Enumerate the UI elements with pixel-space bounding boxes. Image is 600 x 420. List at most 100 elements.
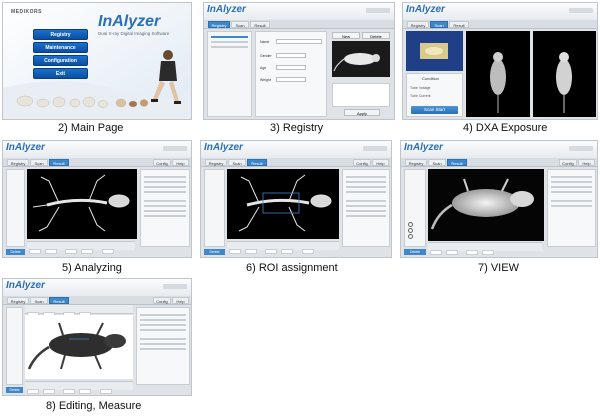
tool-button[interactable]: [63, 389, 76, 394]
tab-config[interactable]: Config: [353, 159, 371, 166]
tab-result[interactable]: Result: [247, 159, 267, 166]
tool-button[interactable]: [99, 389, 112, 394]
panel-roi-assignment: InAlyzer Registry Scan Result Config Hel…: [200, 140, 392, 258]
gender-field[interactable]: [276, 53, 306, 58]
scan-start-button[interactable]: Scan Start: [411, 106, 458, 114]
tool-button[interactable]: [245, 249, 257, 254]
skeleton-image: [27, 169, 137, 239]
view-option-radio[interactable]: [408, 228, 413, 233]
result-list[interactable]: [6, 307, 23, 385]
preview-image: [332, 41, 390, 77]
tube-voltage-label: Tube Voltage: [410, 86, 431, 90]
tab-registry[interactable]: Registry: [208, 21, 230, 28]
delete-button[interactable]: Delete: [404, 249, 426, 255]
delete-button[interactable]: Delete: [362, 32, 390, 39]
panel-dxa-exposure: InAlyzer Registry Scan Result Condition …: [402, 2, 598, 120]
tab-registry[interactable]: Registry: [405, 159, 427, 166]
tab-scan[interactable]: Scan: [231, 21, 249, 28]
tool-button[interactable]: [301, 249, 314, 254]
registry-button[interactable]: Registry: [33, 29, 88, 40]
maintenance-button[interactable]: Maintenance: [33, 42, 88, 53]
exit-button[interactable]: Exit: [33, 68, 88, 79]
tab-result[interactable]: Result: [447, 159, 467, 166]
tool-button[interactable]: [466, 250, 479, 255]
memo-box[interactable]: [332, 83, 390, 107]
tab-result[interactable]: Result: [49, 159, 69, 166]
tab-help[interactable]: Help: [172, 297, 189, 304]
tab-config[interactable]: Config: [153, 297, 171, 304]
result-list[interactable]: [204, 169, 225, 247]
delete-button[interactable]: Delete: [6, 387, 23, 393]
soft-tissue-image: [25, 315, 133, 379]
tool-button[interactable]: [265, 249, 278, 254]
tab-scan[interactable]: Scan: [30, 159, 48, 166]
field-label: Gender: [260, 54, 272, 58]
apply-button[interactable]: Apply: [344, 109, 380, 116]
vendor-logo: [363, 146, 387, 151]
name-field[interactable]: [276, 39, 322, 44]
patient-list[interactable]: [207, 31, 252, 117]
tab-config[interactable]: Config: [153, 159, 171, 166]
tool-button[interactable]: [43, 389, 55, 394]
result-list[interactable]: [404, 169, 426, 247]
tab-scan[interactable]: Scan: [430, 21, 448, 28]
vendor-logo: [569, 8, 593, 13]
image-toolbar: [27, 241, 135, 254]
tab-scan[interactable]: Scan: [428, 159, 446, 166]
configuration-button[interactable]: Configuration: [33, 55, 88, 66]
result-table: [140, 169, 190, 247]
tool-button[interactable]: [482, 250, 495, 255]
caption-editing-measure: 8) Editing, Measure: [46, 400, 142, 412]
tool-button[interactable]: [65, 249, 78, 254]
panel-editing-measure: InAlyzer Registry Scan Result Config Hel…: [2, 278, 192, 396]
tab-result[interactable]: Result: [449, 21, 469, 28]
vendor-logo: [163, 284, 187, 289]
tab-help[interactable]: Help: [578, 159, 595, 166]
new-button[interactable]: New: [332, 32, 360, 39]
caption-roi-assignment: 6) ROI assignment: [246, 262, 338, 274]
tab-help[interactable]: Help: [172, 159, 189, 166]
tool-button[interactable]: [29, 249, 41, 254]
tab-result[interactable]: Result: [49, 297, 69, 304]
tab-result[interactable]: Result: [250, 21, 270, 28]
brand-logo: InAlyzer: [404, 142, 443, 153]
tool-button[interactable]: [281, 249, 294, 254]
view-option-radio[interactable]: [408, 234, 413, 239]
caption-main-page: 2) Main Page: [58, 122, 124, 134]
tool-button[interactable]: [101, 249, 114, 254]
tab-scan[interactable]: Scan: [228, 159, 246, 166]
weight-field[interactable]: [276, 77, 306, 82]
tab-registry[interactable]: Registry: [407, 21, 429, 28]
image-toolbar: [227, 241, 339, 254]
age-field[interactable]: [276, 65, 306, 70]
panel-view: InAlyzer Registry Scan Result Config Hel…: [400, 140, 598, 258]
tab-config[interactable]: Config: [559, 159, 577, 166]
tab-registry[interactable]: Registry: [205, 159, 227, 166]
view-option-radio[interactable]: [408, 222, 413, 227]
tool-button[interactable]: [229, 249, 241, 254]
caption-analyzing: 5) Analyzing: [62, 262, 122, 274]
top-bar: InAlyzer: [3, 279, 191, 297]
tab-help[interactable]: Help: [372, 159, 389, 166]
caption-view: 7) VIEW: [478, 262, 519, 274]
result-table: [136, 307, 190, 385]
tool-button[interactable]: [27, 389, 39, 394]
tab-scan[interactable]: Scan: [30, 297, 48, 304]
tool-button[interactable]: [79, 389, 92, 394]
result-table: [342, 169, 390, 247]
vendor-logo: MEDIKORS: [11, 9, 42, 15]
tool-button[interactable]: [430, 250, 442, 255]
result-list[interactable]: [6, 169, 25, 247]
app-tagline: Dual X-ray Digital Imaging Software: [98, 31, 170, 36]
tool-button[interactable]: [45, 249, 57, 254]
brand-logo: InAlyzer: [204, 142, 243, 153]
xray-image-high: [533, 31, 596, 117]
tab-registry[interactable]: Registry: [7, 159, 29, 166]
tool-button[interactable]: [81, 249, 94, 254]
top-bar: InAlyzer: [201, 141, 391, 159]
top-bar: InAlyzer: [403, 3, 597, 21]
tool-button[interactable]: [446, 250, 458, 255]
delete-button[interactable]: Delete: [204, 249, 225, 255]
tab-registry[interactable]: Registry: [7, 297, 29, 304]
delete-button[interactable]: Delete: [6, 249, 25, 255]
